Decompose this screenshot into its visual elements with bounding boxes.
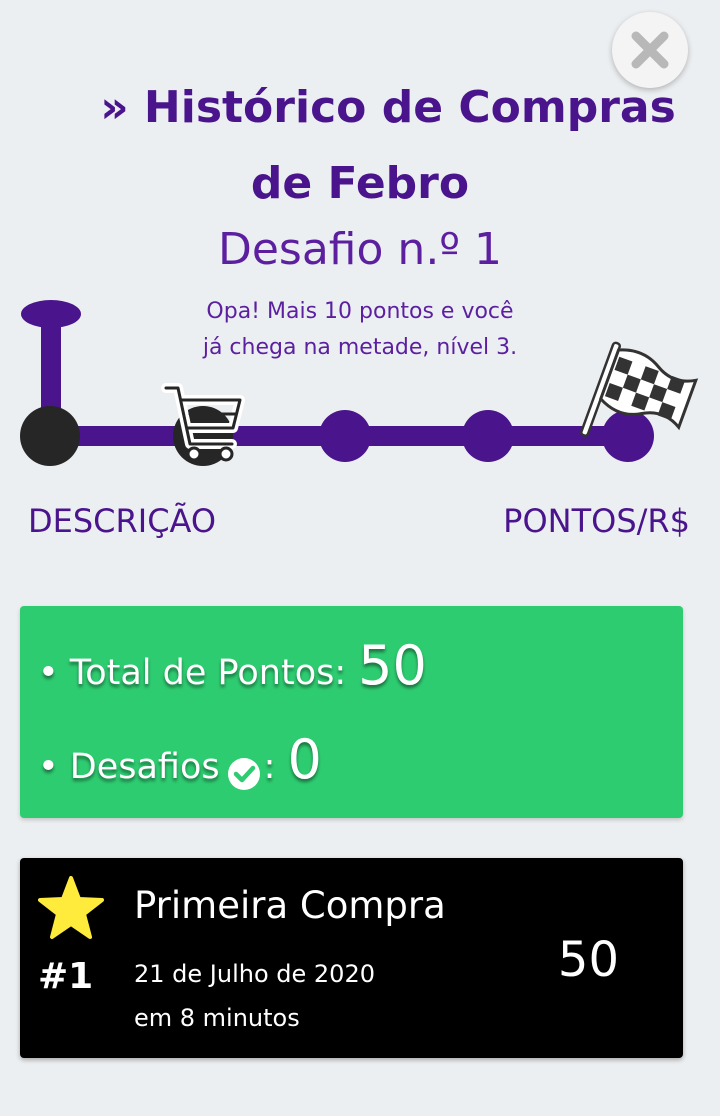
purchase-time: em 8 minutos	[134, 1004, 300, 1032]
purchase-name: Primeira Compra	[134, 884, 446, 927]
purchase-rank: #1	[38, 956, 94, 997]
challenges-value: 0	[287, 728, 322, 791]
total-points-label: • Total de Pontos:	[38, 653, 347, 693]
step-dot-1	[20, 406, 80, 466]
total-points-value: 50	[358, 634, 427, 697]
step-dot-3	[319, 410, 371, 462]
check-circle-icon	[227, 757, 260, 790]
close-icon	[631, 31, 669, 69]
step-dot-4	[462, 410, 514, 462]
total-points-row: • Total de Pontos: 50	[38, 634, 427, 697]
purchase-date: 21 de Julho de 2020	[134, 960, 375, 988]
label-description: DESCRIÇÃO	[28, 502, 217, 540]
summary-card: • Total de Pontos: 50 • Desafios:0	[20, 606, 683, 818]
page-title-line2: de Febro	[250, 158, 470, 209]
purchase-item[interactable]: #1 Primeira Compra 21 de Julho de 2020 e…	[20, 858, 683, 1058]
page-title: » Histórico de Compras de Febro	[0, 70, 720, 222]
step-dot-5	[602, 410, 654, 462]
page-title-line1: » Histórico de Compras	[100, 82, 676, 133]
progress-track	[20, 300, 699, 466]
challenges-row: • Desafios:0	[38, 728, 322, 792]
challenges-label: • Desafios	[38, 747, 220, 787]
challenge-number: Desafio n.º 1	[217, 224, 503, 275]
challenges-colon: :	[263, 747, 276, 787]
label-points: PONTOS/R$	[503, 502, 690, 540]
purchase-points: 50	[557, 932, 619, 988]
start-post-cap	[21, 300, 81, 328]
star-icon	[38, 876, 104, 939]
